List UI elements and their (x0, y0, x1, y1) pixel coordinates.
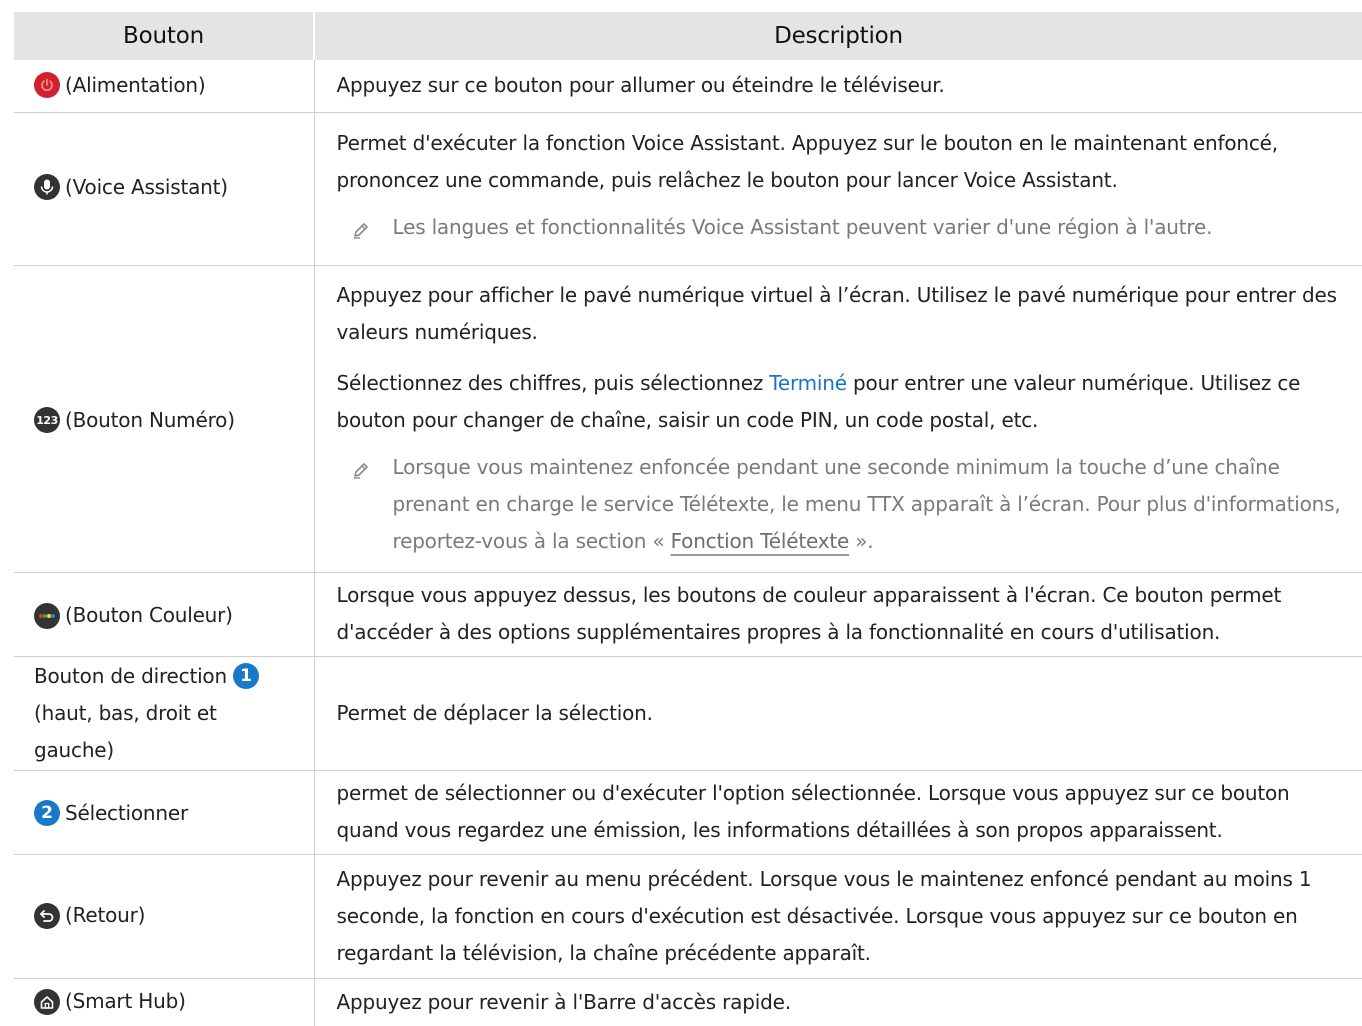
button-label: (Smart Hub) (65, 989, 186, 1013)
return-arrow-icon (34, 902, 60, 929)
pencil-icon (337, 209, 385, 252)
description-text-2: Sélectionnez des chiffres, puis sélectio… (337, 365, 1357, 439)
color-dots-icon (34, 602, 60, 629)
pencil-icon (337, 449, 385, 560)
home-icon (34, 988, 60, 1015)
header-button: Bouton (14, 12, 315, 60)
note: Lorsque vous maintenez enfoncée pendant … (337, 449, 1357, 560)
note-text: Les langues et fonctionnalités Voice Ass… (392, 215, 1213, 239)
number-one-icon: 1 (232, 663, 259, 689)
description-cell: Lorsque vous appuyez dessus, les boutons… (314, 572, 1362, 657)
description-cell: Permet de déplacer la sélection. (314, 656, 1362, 771)
button-cell: 2 Sélectionner (14, 770, 315, 855)
description-text: Appuyez pour revenir à l'Barre d'accès r… (336, 989, 792, 1014)
number-pad-icon-text: 123 (36, 413, 58, 427)
description-text: Lorsque vous appuyez dessus, les boutons… (336, 583, 1282, 644)
description-text: Permet de déplacer la sélection. (336, 700, 653, 725)
button-label: Bouton de direction (34, 663, 227, 688)
number-one-icon-text: 1 (240, 665, 252, 686)
description-cell: Appuyez pour revenir à l'Barre d'accès r… (314, 978, 1362, 1026)
table-row: (Voice Assistant) Permet d'exécuter la f… (14, 112, 1362, 266)
button-cell: Bouton de direction 1 (haut, bas, droit … (14, 656, 315, 771)
number-pad-icon: 123 (34, 407, 60, 433)
button-cell: (Smart Hub) (14, 978, 315, 1026)
button-label-secondary: (haut, bas, droit et gauche) (34, 700, 217, 762)
description-cell: permet de sélectionner ou d'exécuter l'o… (314, 770, 1362, 855)
button-cell: (Bouton Couleur) (14, 572, 315, 657)
button-label: (Voice Assistant) (65, 174, 228, 199)
button-cell: (Alimentation) (14, 60, 315, 113)
description-cell: Appuyez pour revenir au menu précédent. … (314, 854, 1362, 979)
note: Les langues et fonctionnalités Voice Ass… (337, 209, 1357, 252)
description-cell: Appuyez sur ce bouton pour allumer ou ét… (314, 60, 1362, 113)
table-row: Bouton de direction 1 (haut, bas, droit … (14, 656, 1362, 771)
button-label: Sélectionner (65, 800, 188, 825)
description-segment: Sélectionnez des chiffres, puis sélectio… (336, 371, 770, 395)
description-text: permet de sélectionner ou d'exécuter l'o… (336, 781, 1290, 842)
button-label: (Alimentation) (65, 72, 206, 97)
number-two-icon-text: 2 (41, 802, 53, 823)
table-row: 2 Sélectionner permet de sélectionner ou… (14, 770, 1362, 855)
termine-highlight: Terminé (769, 371, 847, 395)
button-label: (Retour) (65, 903, 146, 928)
button-cell: (Voice Assistant) (14, 112, 315, 266)
table-row: (Alimentation) Appuyez sur ce bouton pou… (14, 60, 1362, 113)
description-text: Appuyez pour afficher le pavé numérique … (336, 283, 1338, 344)
table-row: (Bouton Couleur) Lorsque vous appuyez de… (14, 572, 1362, 657)
remote-buttons-table: Bouton Description (Alimentation) Appuye… (14, 12, 1362, 1026)
table-row: (Retour) Appuyez pour revenir au menu pr… (14, 854, 1362, 979)
table-row: 123 (Bouton Numéro) Appuyez pour affiche… (14, 265, 1362, 573)
header-description: Description (314, 12, 1362, 60)
microphone-icon (34, 174, 60, 201)
button-cell: 123 (Bouton Numéro) (14, 265, 315, 573)
button-cell: (Retour) (14, 854, 315, 979)
description-text: Appuyez pour revenir au menu précédent. … (336, 866, 1312, 965)
teletext-link[interactable]: Fonction Télétexte (671, 529, 850, 553)
description-cell: Appuyez pour afficher le pavé numérique … (314, 265, 1362, 573)
button-label: (Bouton Numéro) (65, 407, 235, 432)
number-two-icon: 2 (34, 800, 60, 826)
description-text: Permet d'exécuter la fonction Voice Assi… (336, 131, 1279, 192)
description-cell: Permet d'exécuter la fonction Voice Assi… (314, 112, 1362, 266)
note-text: Lorsque vous maintenez enfoncée pendant … (385, 449, 1357, 560)
power-icon (34, 72, 60, 98)
button-label: (Bouton Couleur) (65, 603, 233, 628)
table-header-row: Bouton Description (14, 12, 1362, 60)
description-text: Appuyez sur ce bouton pour allumer ou ét… (336, 73, 945, 98)
note-segment: ». (849, 529, 874, 553)
table-row: (Smart Hub) Appuyez pour revenir à l'Bar… (14, 978, 1362, 1026)
